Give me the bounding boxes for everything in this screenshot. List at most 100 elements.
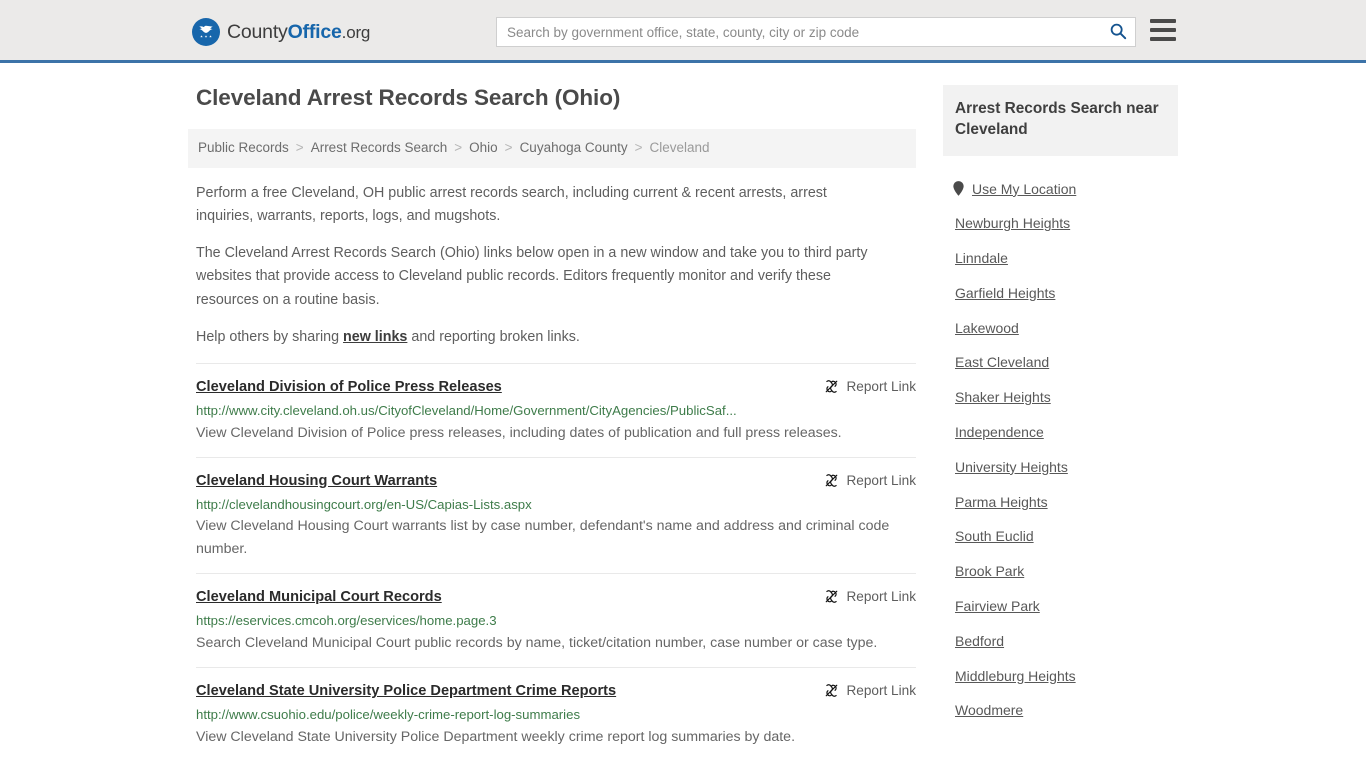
list-item: Middleburg Heights [943, 659, 1178, 694]
sidebar-item-label: Independence [955, 424, 1044, 441]
result-header: Cleveland Municipal Court Records Report … [196, 588, 916, 607]
result-header: Cleveland State University Police Depart… [196, 682, 916, 701]
sidebar-item-label: Garfield Heights [955, 284, 1056, 301]
sidebar-item-label: University Heights [955, 458, 1068, 475]
sidebar-item-label: Brook Park [955, 563, 1025, 580]
sidebar-item-label: East Cleveland [955, 354, 1050, 371]
result-item: Cleveland Municipal Court Records Report … [196, 573, 916, 667]
report-link-button[interactable]: Report Link [824, 588, 916, 604]
result-title-link[interactable]: Cleveland State University Police Depart… [196, 682, 616, 701]
report-link-button[interactable]: Report Link [824, 682, 916, 698]
sidebar-item-fairview-park[interactable]: Fairview Park [943, 589, 1040, 624]
brand-part-org: .org [341, 22, 371, 42]
list-item: Parma Heights [943, 485, 1178, 520]
hamburger-menu-icon[interactable] [1150, 19, 1176, 41]
sidebar-item-garfield-heights[interactable]: Garfield Heights [943, 276, 1055, 311]
list-item: Linndale [943, 241, 1178, 276]
broken-link-icon [824, 683, 839, 698]
site-logo[interactable]: CountyOffice.org [192, 18, 370, 46]
report-link-label: Report Link [846, 472, 916, 488]
result-description: View Cleveland State University Police D… [196, 728, 796, 745]
sidebar-item-linndale[interactable]: Linndale [943, 241, 1008, 276]
sidebar-item-newburgh-heights[interactable]: Newburgh Heights [943, 206, 1070, 241]
new-links-link[interactable]: new links [343, 329, 407, 345]
result-url: http://clevelandhousingcourt.org/en-US/C… [196, 496, 532, 512]
main-content: Cleveland Arrest Records Search (Ohio) P… [188, 85, 916, 761]
breadcrumb-item-cuyahoga-county[interactable]: Cuyahoga County [520, 139, 628, 158]
result-title-link[interactable]: Cleveland Housing Court Warrants [196, 472, 437, 491]
breadcrumb-item-arrest-records-search[interactable]: Arrest Records Search [311, 139, 448, 158]
sidebar-item-label: South Euclid [955, 528, 1034, 545]
list-item: Garfield Heights [943, 276, 1178, 311]
sidebar-item-east-cleveland[interactable]: East Cleveland [943, 345, 1049, 380]
breadcrumb-separator: > [634, 140, 643, 155]
results-list: Cleveland Division of Police Press Relea… [196, 362, 916, 761]
breadcrumb-item-public-records[interactable]: Public Records [198, 139, 289, 158]
list-item: Independence [943, 415, 1178, 450]
sidebar-item-woodmere[interactable]: Woodmere [943, 693, 1023, 728]
result-item: Cleveland State University Police Depart… [196, 667, 916, 761]
sidebar-item-label: Fairview Park [955, 598, 1040, 615]
sidebar-heading: Arrest Records Search near Cleveland [943, 85, 1178, 156]
menu-bar-1 [1150, 19, 1176, 23]
report-link-label: Report Link [846, 378, 916, 394]
breadcrumb-separator: > [295, 140, 304, 155]
broken-link-icon [824, 473, 839, 488]
sidebar-item-label: Linndale [955, 250, 1008, 267]
list-item: Shaker Heights [943, 380, 1178, 415]
page-title: Cleveland Arrest Records Search (Ohio) [196, 85, 621, 110]
result-header: Cleveland Division of Police Press Relea… [196, 378, 916, 397]
sidebar-item-independence[interactable]: Independence [943, 415, 1044, 450]
sidebar-item-label: Parma Heights [955, 493, 1048, 510]
broken-link-icon [824, 379, 839, 394]
list-item: Fairview Park [943, 589, 1178, 624]
sidebar-item-label: Shaker Heights [955, 389, 1051, 406]
sidebar-nearby-list: Use My Location Newburgh Heights Linndale… [943, 172, 1178, 729]
search-input[interactable] [497, 18, 1101, 46]
report-link-button[interactable]: Report Link [824, 472, 916, 488]
result-title-link[interactable]: Cleveland Municipal Court Records [196, 588, 442, 607]
sidebar-item-label: Middleburg Heights [955, 667, 1076, 684]
sidebar-item-university-heights[interactable]: University Heights [943, 450, 1068, 485]
page-body: Cleveland Arrest Records Search (Ohio) P… [0, 63, 1366, 761]
report-link-label: Report Link [846, 683, 916, 699]
list-item: Bedford [943, 624, 1178, 659]
result-description: Search Cleveland Municipal Court public … [196, 635, 878, 652]
search-button[interactable] [1101, 18, 1135, 46]
brand-part-office: Office [287, 20, 342, 43]
result-item: Cleveland Division of Police Press Relea… [196, 362, 916, 457]
map-pin-icon [953, 181, 964, 197]
result-item: Cleveland Housing Court Warrants Report L… [196, 456, 916, 574]
intro-paragraph-3: Help others by sharing new links and rep… [196, 326, 886, 349]
menu-bar-3 [1150, 37, 1176, 41]
report-link-button[interactable]: Report Link [824, 378, 916, 394]
sidebar-item-south-euclid[interactable]: South Euclid [943, 519, 1034, 554]
result-url: http://www.csuohio.edu/police/weekly-cri… [196, 707, 581, 723]
list-item: Woodmere [943, 693, 1178, 728]
brand-wordmark: CountyOffice.org [227, 21, 370, 44]
list-item: Use My Location [943, 172, 1178, 207]
menu-bar-2 [1150, 28, 1176, 32]
sidebar-item-parma-heights[interactable]: Parma Heights [943, 485, 1048, 520]
sidebar-item-middleburg-heights[interactable]: Middleburg Heights [943, 659, 1076, 694]
result-title-link[interactable]: Cleveland Division of Police Press Relea… [196, 378, 502, 397]
breadcrumb-item-cleveland: Cleveland [649, 140, 710, 155]
search-bar[interactable] [496, 17, 1136, 47]
brand-part-county: County [227, 20, 288, 43]
sidebar-item-bedford[interactable]: Bedford [943, 624, 1004, 659]
sidebar-item-shaker-heights[interactable]: Shaker Heights [943, 380, 1051, 415]
list-item: East Cleveland [943, 345, 1178, 380]
report-link-label: Report Link [846, 589, 916, 605]
sidebar-item-use-my-location[interactable]: Use My Location [943, 172, 1076, 207]
breadcrumb-item-ohio[interactable]: Ohio [469, 139, 498, 158]
intro-text: Perform a free Cleveland, OH public arre… [196, 182, 916, 349]
intro-p3-before: Help others by sharing [196, 328, 344, 345]
result-header: Cleveland Housing Court Warrants Report L… [196, 472, 916, 491]
list-item: South Euclid [943, 519, 1178, 554]
breadcrumb-separator: > [504, 140, 513, 155]
sidebar-item-lakewood[interactable]: Lakewood [943, 311, 1019, 346]
sidebar-item-label: Woodmere [955, 702, 1024, 719]
sidebar-item-brook-park[interactable]: Brook Park [943, 554, 1024, 589]
breadcrumb: Public Records > Arrest Records Search > Ohi… [188, 129, 916, 168]
result-url: https://eservices.cmcoh.org/eservices/ho… [196, 613, 497, 629]
